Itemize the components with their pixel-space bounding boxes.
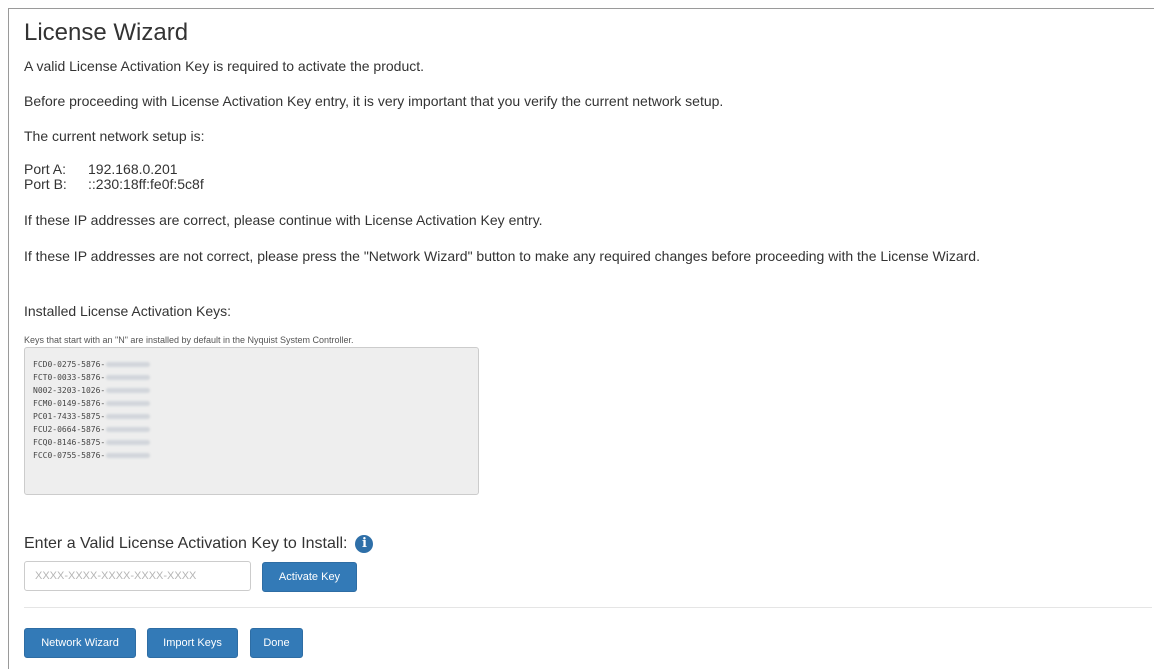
divider [24,607,1152,608]
key-line: FCQ0-8146-5875- [33,436,470,449]
key-line: FCC0-0755-5876- [33,449,470,462]
blurred-key-suffix [106,362,151,367]
blurred-key-suffix [106,414,151,419]
blurred-key-suffix [106,440,151,445]
blurred-key-suffix [106,375,151,380]
key-prefix: PC01-7433-5875- [33,412,106,421]
blurred-key-suffix [106,427,151,432]
key-prefix: FCU2-0664-5876- [33,425,106,434]
port-b-label: Port B: [24,176,67,192]
incorrect-text: If these IP addresses are not correct, p… [24,248,980,264]
blurred-key-suffix [106,388,151,393]
verify-text: Before proceeding with License Activatio… [24,93,724,109]
key-prefix: FCM0-0149-5876- [33,399,106,408]
port-a-row: Port A: 192.168.0.201 [24,162,204,177]
import-keys-button[interactable]: Import Keys [147,628,238,658]
enter-key-label: Enter a Valid License Activation Key to … [24,535,348,552]
key-line: PC01-7433-5875- [33,410,470,423]
port-a-value: 192.168.0.201 [88,161,178,177]
page-title: License Wizard [24,19,189,46]
port-a-label: Port A: [24,161,67,177]
info-circle-icon[interactable]: i [355,535,374,553]
key-prefix: FCT0-0033-5876- [33,373,106,382]
key-line: N002-3203-1026- [33,384,470,397]
key-prefix: N002-3203-1026- [33,386,106,395]
activate-key-button[interactable]: Activate Key [262,562,357,592]
key-line: FCM0-0149-5876- [33,397,470,410]
installed-keys-note: Keys that start with an "N" are installe… [24,335,354,345]
port-b-row: Port B:::230:18ff:fe0f:5c8f [24,177,204,192]
key-line: FCU2-0664-5876- [33,423,470,436]
key-line: FCT0-0033-5876- [33,371,470,384]
installed-keys-heading: Installed License Activation Keys: [24,303,232,319]
port-b-value: ::230:18ff:fe0f:5c8f [88,176,204,192]
intro-text: A valid License Activation Key is requir… [24,58,425,74]
network-setup: Port A: 192.168.0.201 Port B:::230:18ff:f… [24,162,204,192]
network-wizard-button[interactable]: Network Wizard [24,628,136,658]
key-prefix: FCC0-0755-5876- [33,451,106,460]
license-key-input[interactable] [24,561,251,591]
key-prefix: FCD0-0275-5876- [33,360,106,369]
blurred-key-suffix [106,453,151,458]
key-prefix: FCQ0-8146-5875- [33,438,106,447]
blurred-key-suffix [106,401,151,406]
correct-text: If these IP addresses are correct, pleas… [24,212,543,228]
setup-label: The current network setup is: [24,128,205,144]
key-line: FCD0-0275-5876- [33,358,470,371]
installed-keys-list[interactable]: FCD0-0275-5876- FCT0-0033-5876- N002-320… [24,347,479,495]
done-button[interactable]: Done [250,628,303,658]
enter-key-label-row: Enter a Valid License Activation Key to … [24,534,374,554]
